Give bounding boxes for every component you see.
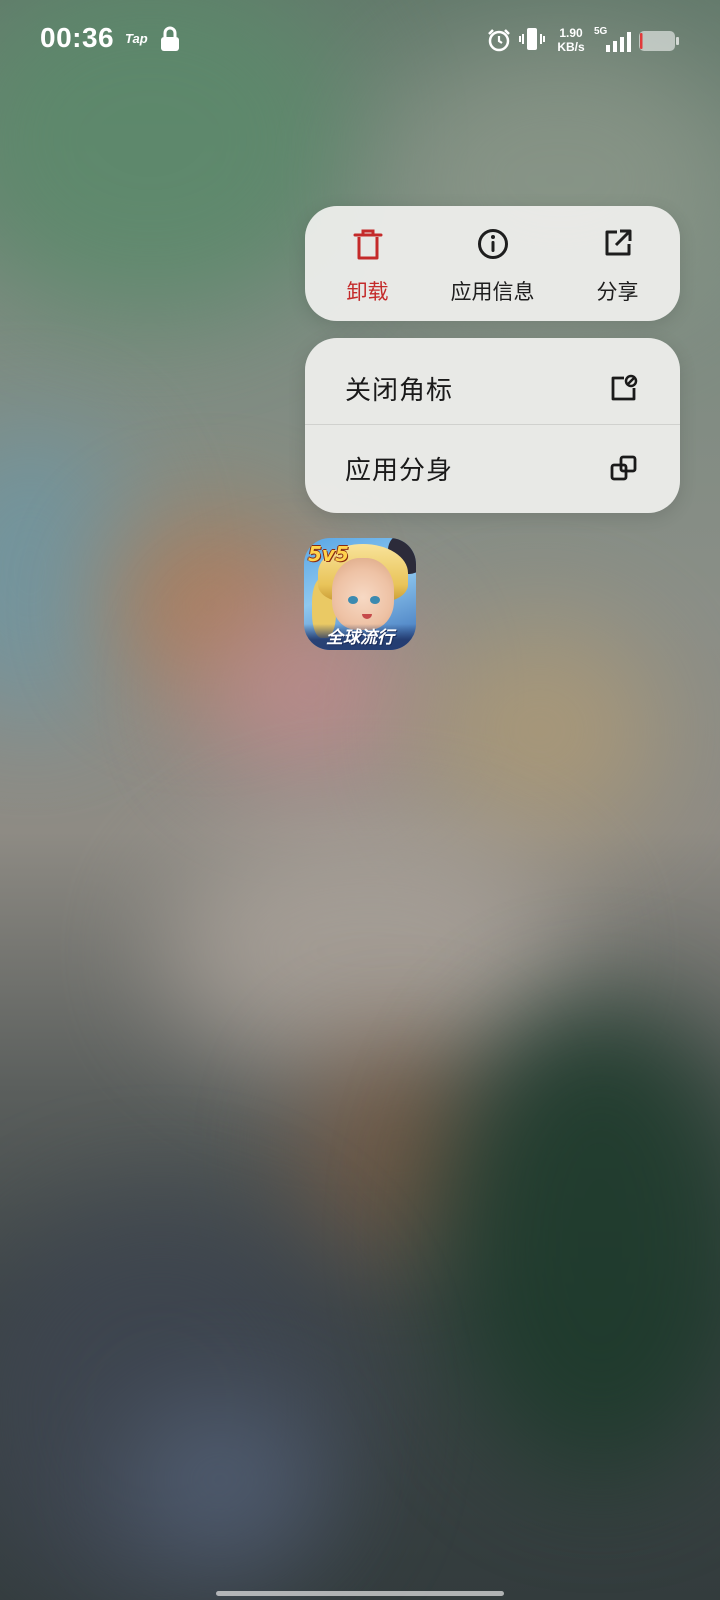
menu-item-label: 关闭角标 — [345, 376, 454, 406]
uninstall-button[interactable]: 卸载 — [305, 206, 430, 321]
home-indicator[interactable] — [216, 1591, 504, 1596]
vibrate-icon — [519, 26, 545, 56]
character-face — [332, 558, 394, 630]
menu-item-label: 应用分身 — [345, 456, 454, 486]
quick-actions-panel: 卸载 应用信息 分享 — [305, 206, 680, 321]
share-icon — [555, 228, 680, 262]
net-speed: 1.90 KB/s — [553, 26, 589, 54]
app-info-label: 应用信息 — [450, 280, 535, 304]
trash-icon — [305, 228, 430, 262]
share-label: 分享 — [596, 280, 639, 304]
menu-item-app-clone[interactable]: 应用分身 — [305, 426, 680, 506]
badge-off-icon — [610, 374, 638, 406]
tap-icon: Tap — [125, 31, 148, 46]
signal-icon — [606, 32, 632, 56]
app-clone-icon — [610, 454, 638, 486]
status-bar: 00:36 Tap 1.90 KB/s 5G — [0, 0, 720, 80]
app-badge-slogan: 全球流行 — [304, 624, 416, 650]
net-speed-unit: KB/s — [557, 40, 585, 54]
context-menu: 关闭角标 应用分身 — [305, 338, 680, 513]
battery-icon — [638, 30, 680, 56]
uninstall-label: 卸载 — [346, 280, 389, 304]
share-button[interactable]: 分享 — [555, 206, 680, 321]
info-icon — [430, 228, 555, 262]
alarm-icon — [487, 28, 511, 56]
net-speed-value: 1.90 — [559, 26, 583, 40]
menu-item-close-badge[interactable]: 关闭角标 — [305, 346, 680, 426]
status-time: 00:36 — [40, 22, 115, 53]
game-app-icon[interactable]: 5v5 全球流行 — [304, 538, 416, 650]
menu-divider — [305, 424, 680, 425]
app-info-button[interactable]: 应用信息 — [430, 206, 555, 321]
lock-icon — [160, 26, 180, 56]
app-badge-5v5: 5v5 — [308, 542, 349, 566]
